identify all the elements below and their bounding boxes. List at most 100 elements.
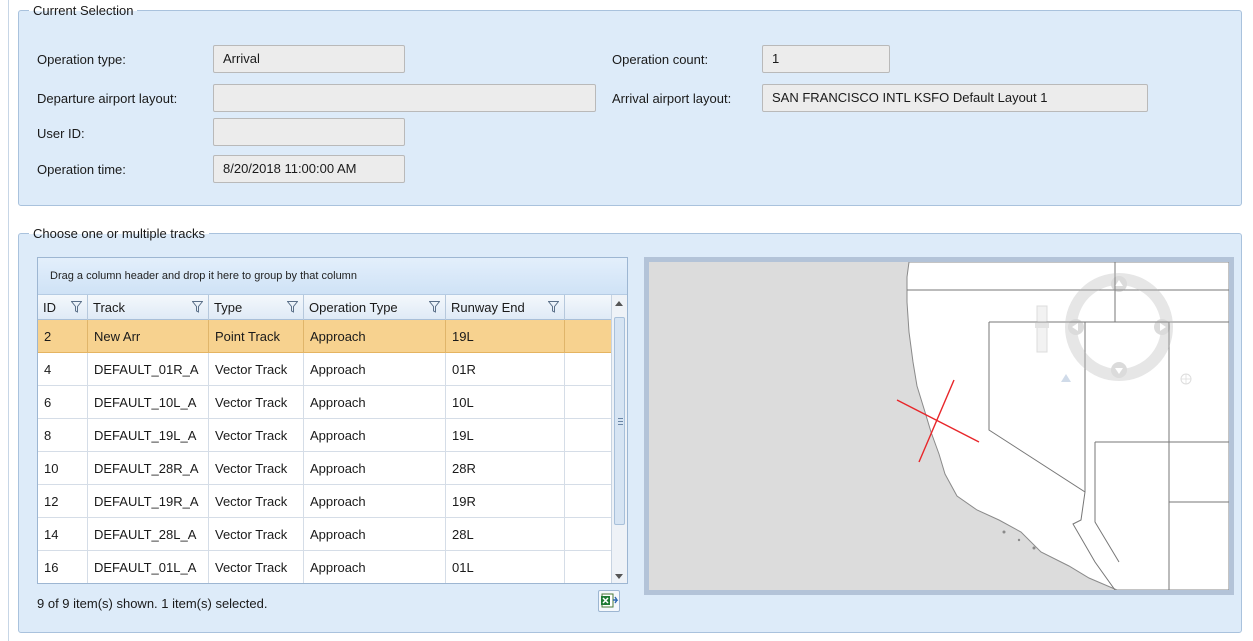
cell-spacer bbox=[565, 353, 612, 386]
cell-operation-type: Approach bbox=[304, 320, 446, 353]
arrival-layout-field[interactable]: SAN FRANCISCO INTL KSFO Default Layout 1 bbox=[762, 84, 1148, 112]
vertical-scrollbar[interactable] bbox=[611, 295, 627, 583]
cell-type: Point Track bbox=[209, 320, 304, 353]
column-header-operation-type[interactable]: Operation Type bbox=[304, 295, 446, 320]
cell-spacer bbox=[565, 551, 612, 583]
cell-track: DEFAULT_19R_A bbox=[88, 485, 209, 518]
column-header-runway-end[interactable]: Runway End bbox=[446, 295, 565, 320]
filter-icon[interactable] bbox=[192, 301, 203, 313]
table-row[interactable]: 10 DEFAULT_28R_A Vector Track Approach 28R bbox=[38, 452, 612, 485]
cell-operation-type: Approach bbox=[304, 386, 446, 419]
cell-track: DEFAULT_01L_A bbox=[88, 551, 209, 583]
current-selection-title: Current Selection bbox=[29, 3, 138, 19]
cell-operation-type: Approach bbox=[304, 353, 446, 386]
grip-line bbox=[618, 424, 623, 425]
departure-layout-label: Departure airport layout: bbox=[37, 91, 178, 106]
cell-runway-end: 01L bbox=[446, 551, 565, 583]
cell-track: New Arr bbox=[88, 320, 209, 353]
cell-id: 16 bbox=[38, 551, 88, 583]
arrival-layout-label: Arrival airport layout: bbox=[612, 91, 732, 106]
operation-time-field[interactable]: 8/20/2018 11:00:00 AM bbox=[213, 155, 405, 183]
operation-time-label: Operation time: bbox=[37, 162, 126, 177]
cell-type: Vector Track bbox=[209, 551, 304, 583]
filter-icon[interactable] bbox=[71, 301, 82, 313]
operation-count-field[interactable]: 1 bbox=[762, 45, 890, 73]
cell-runway-end: 19L bbox=[446, 419, 565, 452]
column-header-id[interactable]: ID bbox=[38, 295, 88, 320]
scrollbar-thumb[interactable] bbox=[614, 317, 625, 525]
operation-count-label: Operation count: bbox=[612, 52, 709, 67]
filter-icon[interactable] bbox=[548, 301, 559, 313]
column-header-label: Track bbox=[93, 300, 126, 315]
cell-id: 10 bbox=[38, 452, 88, 485]
cell-spacer bbox=[565, 419, 612, 452]
table-row[interactable]: 2 New Arr Point Track Approach 19L bbox=[38, 320, 612, 353]
user-id-label: User ID: bbox=[37, 126, 85, 141]
cell-runway-end: 28R bbox=[446, 452, 565, 485]
departure-layout-field[interactable] bbox=[213, 84, 596, 112]
operation-type-label: Operation type: bbox=[37, 52, 126, 67]
group-by-panel[interactable]: Drag a column header and drop it here to… bbox=[38, 258, 627, 295]
operation-type-field[interactable]: Arrival bbox=[213, 45, 405, 73]
cell-spacer bbox=[565, 386, 612, 419]
scroll-up-arrow-icon[interactable] bbox=[615, 301, 623, 306]
cell-spacer bbox=[565, 452, 612, 485]
scroll-down-arrow-icon[interactable] bbox=[615, 574, 623, 579]
export-to-excel-button[interactable] bbox=[598, 590, 620, 612]
column-header-label: ID bbox=[43, 300, 56, 315]
cell-type: Vector Track bbox=[209, 353, 304, 386]
cell-operation-type: Approach bbox=[304, 551, 446, 583]
column-header-label: Type bbox=[214, 300, 243, 315]
zoom-slider-icon[interactable] bbox=[1035, 305, 1049, 353]
cell-operation-type: Approach bbox=[304, 452, 446, 485]
cell-spacer bbox=[565, 485, 612, 518]
column-header-label: Operation Type bbox=[309, 300, 398, 315]
cell-track: DEFAULT_10L_A bbox=[88, 386, 209, 419]
table-row[interactable]: 14 DEFAULT_28L_A Vector Track Approach 28L bbox=[38, 518, 612, 551]
table-row[interactable]: 12 DEFAULT_19R_A Vector Track Approach 19R bbox=[38, 485, 612, 518]
cell-runway-end: 01R bbox=[446, 353, 565, 386]
filter-icon[interactable] bbox=[287, 301, 298, 313]
table-row[interactable]: 8 DEFAULT_19L_A Vector Track Approach 19L bbox=[38, 419, 612, 452]
table-row[interactable]: 4 DEFAULT_01R_A Vector Track Approach 01R bbox=[38, 353, 612, 386]
cell-type: Vector Track bbox=[209, 386, 304, 419]
cell-runway-end: 28L bbox=[446, 518, 565, 551]
grid-status-text: 9 of 9 item(s) shown. 1 item(s) selected… bbox=[37, 596, 268, 611]
grid-header-row: ID Track Type Operation Type Runway End bbox=[38, 295, 612, 320]
cell-runway-end: 19L bbox=[446, 320, 565, 353]
cell-spacer bbox=[565, 320, 612, 353]
cell-id: 14 bbox=[38, 518, 88, 551]
cell-type: Vector Track bbox=[209, 419, 304, 452]
cell-runway-end: 10L bbox=[446, 386, 565, 419]
cell-type: Vector Track bbox=[209, 485, 304, 518]
cell-spacer bbox=[565, 518, 612, 551]
cell-id: 12 bbox=[38, 485, 88, 518]
filter-icon[interactable] bbox=[429, 301, 440, 313]
cell-id: 2 bbox=[38, 320, 88, 353]
column-header-type[interactable]: Type bbox=[209, 295, 304, 320]
cell-id: 8 bbox=[38, 419, 88, 452]
cell-track: DEFAULT_19L_A bbox=[88, 419, 209, 452]
cell-track: DEFAULT_28L_A bbox=[88, 518, 209, 551]
column-header-spacer bbox=[565, 295, 612, 320]
cell-id: 6 bbox=[38, 386, 88, 419]
tracks-grid[interactable]: Drag a column header and drop it here to… bbox=[37, 257, 628, 584]
user-id-field[interactable] bbox=[213, 118, 405, 146]
cell-type: Vector Track bbox=[209, 452, 304, 485]
cell-type: Vector Track bbox=[209, 518, 304, 551]
cell-operation-type: Approach bbox=[304, 419, 446, 452]
cell-track: DEFAULT_01R_A bbox=[88, 353, 209, 386]
grip-line bbox=[618, 421, 623, 422]
map-view[interactable] bbox=[644, 257, 1234, 595]
cell-runway-end: 19R bbox=[446, 485, 565, 518]
cell-operation-type: Approach bbox=[304, 485, 446, 518]
table-row[interactable]: 6 DEFAULT_10L_A Vector Track Approach 10L bbox=[38, 386, 612, 419]
table-row[interactable]: 16 DEFAULT_01L_A Vector Track Approach 01L bbox=[38, 551, 612, 583]
cell-track: DEFAULT_28R_A bbox=[88, 452, 209, 485]
column-header-track[interactable]: Track bbox=[88, 295, 209, 320]
excel-export-icon bbox=[601, 593, 619, 608]
map-canvas bbox=[896, 262, 1229, 590]
column-header-label: Runway End bbox=[451, 300, 525, 315]
cell-operation-type: Approach bbox=[304, 518, 446, 551]
cell-id: 4 bbox=[38, 353, 88, 386]
